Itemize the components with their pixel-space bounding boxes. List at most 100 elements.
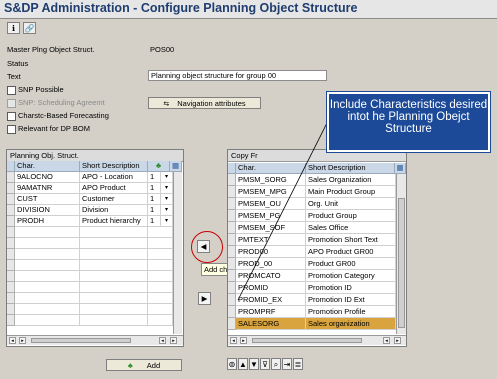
desc-cell[interactable]: Org. Unit — [306, 198, 396, 210]
select-all[interactable] — [228, 163, 236, 174]
filter-icon[interactable]: ⊽ — [260, 358, 270, 370]
row-selector[interactable] — [228, 294, 236, 306]
scroll-thumb[interactable] — [252, 338, 362, 343]
char-cell[interactable]: PROD00 — [236, 246, 306, 258]
scroll-right-icon[interactable]: ▸ — [240, 337, 247, 344]
row-selector[interactable] — [228, 318, 236, 330]
char-cell[interactable]: PROMCATO — [236, 270, 306, 282]
row-selector[interactable] — [7, 304, 15, 315]
scroll-left-icon[interactable]: ◂ — [9, 337, 16, 344]
scroll-right-icon[interactable]: ▸ — [19, 337, 26, 344]
row-selector[interactable] — [7, 249, 15, 260]
char-cell[interactable]: PMSM_SORG — [236, 174, 306, 186]
level-cell[interactable]: 1 — [148, 194, 161, 205]
scroll-left-icon[interactable]: ◂ — [230, 337, 237, 344]
row-selector[interactable] — [7, 271, 15, 282]
desc-cell[interactable]: Product Group — [306, 210, 396, 222]
right-vscroll[interactable] — [396, 174, 406, 334]
table-settings-icon[interactable]: ▦ — [170, 161, 182, 172]
desc-cell[interactable]: Sales Office — [306, 222, 396, 234]
col-char[interactable]: Char. — [15, 161, 80, 172]
row-selector[interactable] — [228, 282, 236, 294]
dropdown-icon[interactable]: ▾ — [161, 216, 173, 227]
row-selector[interactable] — [228, 198, 236, 210]
desc-cell[interactable]: Promotion ID Ext — [306, 294, 396, 306]
sort-asc-icon[interactable]: ▲ — [238, 358, 248, 370]
navigation-attributes-button[interactable]: ⇆ Navigation attributes — [148, 97, 261, 109]
char-cell[interactable]: PMSEM_SOF — [236, 222, 306, 234]
scroll-left-icon[interactable]: ◂ — [159, 337, 166, 344]
row-selector[interactable] — [7, 282, 15, 293]
info-button[interactable]: ℹ — [7, 22, 20, 34]
left-vscroll[interactable] — [173, 172, 182, 334]
row-selector[interactable] — [7, 260, 15, 271]
text-field[interactable]: Planning object structure for group 00 — [148, 70, 327, 81]
char-cell[interactable]: PROD_00 — [236, 258, 306, 270]
char-cell[interactable]: PROMID — [236, 282, 306, 294]
level-cell[interactable]: 1 — [148, 172, 161, 183]
add-button[interactable]: ♣ Add — [106, 359, 182, 371]
row-selector[interactable] — [228, 246, 236, 258]
desc-cell[interactable]: Promotion Category — [306, 270, 396, 282]
row-selector[interactable] — [228, 234, 236, 246]
level-cell[interactable]: 1 — [148, 216, 161, 227]
row-selector[interactable] — [228, 186, 236, 198]
char-cell[interactable]: PMSEM_OU — [236, 198, 306, 210]
char-cell[interactable]: PMSEM_MPG — [236, 186, 306, 198]
tree-icon[interactable]: ♣ — [148, 161, 170, 172]
row-selector[interactable] — [228, 210, 236, 222]
row-selector[interactable] — [228, 222, 236, 234]
row-selector[interactable] — [7, 205, 15, 216]
row-selector[interactable] — [7, 216, 15, 227]
add-char-button[interactable]: ◀ — [197, 240, 210, 253]
row-selector[interactable] — [228, 270, 236, 282]
dropdown-icon[interactable]: ▾ — [161, 205, 173, 216]
row-selector[interactable] — [7, 315, 15, 326]
select-all[interactable] — [7, 161, 15, 172]
find-next-icon[interactable]: ⇥ — [282, 358, 292, 370]
col-desc[interactable]: Short Description — [80, 161, 148, 172]
right-hscroll[interactable]: ◂ ▸ ◂ ▸ — [228, 335, 406, 345]
row-selector[interactable] — [228, 174, 236, 186]
desc-cell[interactable]: Promotion Profile — [306, 306, 396, 318]
find-icon[interactable]: ⌕ — [271, 358, 281, 370]
sort-desc-icon[interactable]: ▼ — [249, 358, 259, 370]
scroll-thumb[interactable] — [398, 198, 405, 328]
char-cell[interactable]: SALESORG — [236, 318, 306, 330]
row-selector[interactable] — [7, 183, 15, 194]
link-button[interactable]: 🔗 — [23, 22, 36, 34]
scroll-right-icon[interactable]: ▸ — [170, 337, 177, 344]
desc-cell[interactable]: Promotion ID — [306, 282, 396, 294]
dropdown-icon[interactable]: ▾ — [161, 172, 173, 183]
row-selector[interactable] — [7, 293, 15, 304]
char-cell[interactable]: PMTEXT — [236, 234, 306, 246]
dropdown-icon[interactable]: ▾ — [161, 183, 173, 194]
dp-bom-checkbox[interactable]: Relevant for DP BOM — [7, 124, 90, 134]
desc-cell[interactable]: Main Product Group — [306, 186, 396, 198]
char-cell[interactable]: PROMPRF — [236, 306, 306, 318]
row-selector[interactable] — [228, 258, 236, 270]
snp-scheduling-checkbox[interactable]: SNP: Scheduling Agreemt — [7, 98, 105, 108]
table-settings-icon[interactable]: ▦ — [395, 163, 406, 174]
scroll-thumb[interactable] — [31, 338, 131, 343]
char-cell[interactable]: PROMID_EX — [236, 294, 306, 306]
desc-cell[interactable]: APO Product GR00 — [306, 246, 396, 258]
left-hscroll[interactable]: ◂ ▸ ◂ ▸ — [7, 335, 183, 345]
remove-char-button[interactable]: ▶ — [198, 292, 211, 305]
snp-possible-checkbox[interactable]: SNP Possible — [7, 85, 64, 95]
charstc-forecasting-checkbox[interactable]: Charstc-Based Forecasting — [7, 111, 109, 121]
desc-cell[interactable]: Sales Organization — [306, 174, 396, 186]
level-cell[interactable]: 1 — [148, 205, 161, 216]
row-selector[interactable] — [228, 306, 236, 318]
col-desc[interactable]: Short Description — [306, 163, 395, 174]
row-selector[interactable] — [7, 227, 15, 238]
row-selector[interactable] — [7, 194, 15, 205]
export-icon[interactable]: ≣ — [293, 358, 303, 370]
details-icon[interactable]: ⊚ — [227, 358, 237, 370]
row-selector[interactable] — [7, 172, 15, 183]
desc-cell[interactable]: Promotion Short Text — [306, 234, 396, 246]
row-selector[interactable] — [7, 238, 15, 249]
char-cell[interactable]: PMSEM_PG — [236, 210, 306, 222]
desc-cell[interactable]: Sales organization — [306, 318, 396, 330]
scroll-right-icon[interactable]: ▸ — [394, 337, 401, 344]
